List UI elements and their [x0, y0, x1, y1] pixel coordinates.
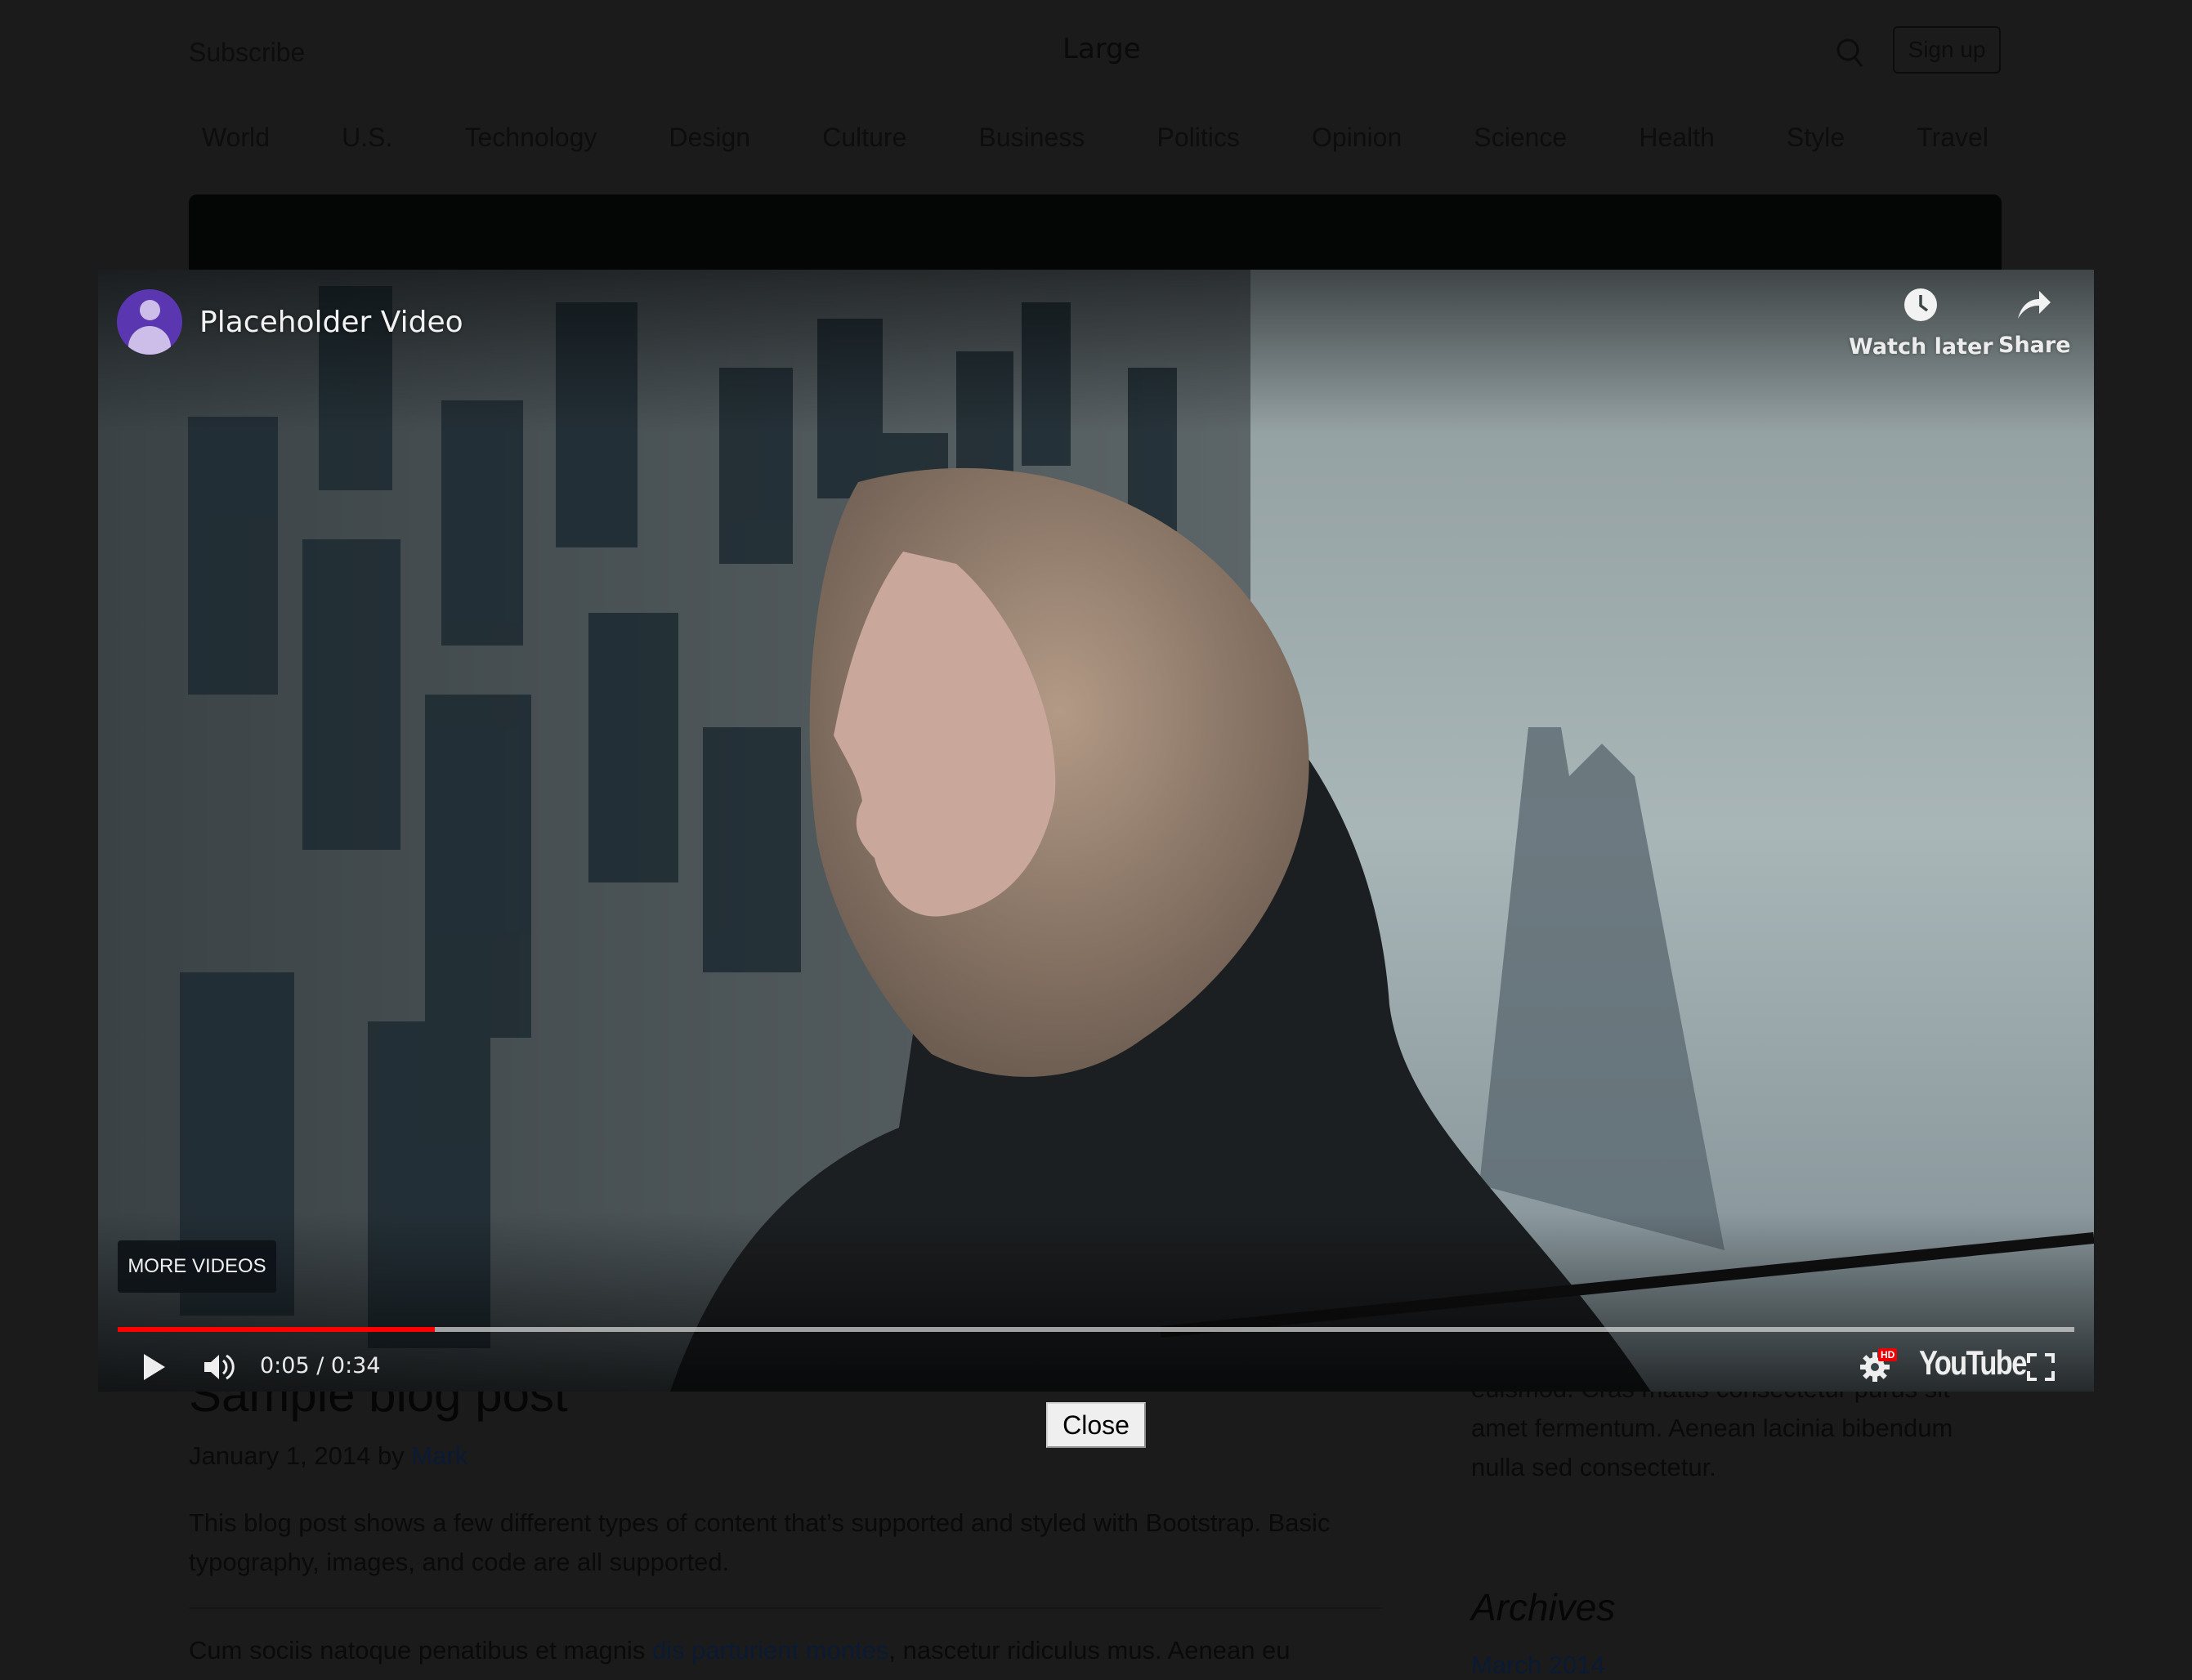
- nav-item-health[interactable]: Health: [1626, 123, 1728, 163]
- post-date: January 1, 2014 by: [189, 1441, 412, 1470]
- top-overlay: [98, 270, 2094, 433]
- share-arrow-icon: [2016, 288, 2052, 324]
- para-link[interactable]: dis parturient montes: [652, 1636, 888, 1664]
- site-brand[interactable]: Large: [1062, 33, 1141, 65]
- fullscreen-icon: [2027, 1352, 2055, 1385]
- divider: [189, 1607, 1382, 1609]
- nav-item-technology[interactable]: Technology: [451, 123, 610, 163]
- channel-avatar[interactable]: [117, 289, 182, 355]
- volume-icon: [203, 1351, 235, 1387]
- more-videos-button[interactable]: MORE VIDEOS: [118, 1240, 276, 1293]
- nav-item-us[interactable]: U.S.: [329, 123, 405, 163]
- share-button[interactable]: Share: [1998, 288, 2071, 358]
- search-icon[interactable]: [1836, 38, 1863, 69]
- time-display: 0:05 / 0:34: [260, 1353, 381, 1378]
- volume-button[interactable]: [203, 1348, 235, 1389]
- share-label: Share: [1998, 333, 2071, 358]
- sign-up-button[interactable]: Sign up: [1893, 26, 2001, 74]
- nav-item-travel[interactable]: Travel: [1903, 123, 2002, 163]
- nav-item-politics[interactable]: Politics: [1143, 123, 1252, 163]
- nav-item-design[interactable]: Design: [655, 123, 763, 163]
- play-button[interactable]: [142, 1348, 167, 1389]
- bottom-overlay: [98, 1212, 2094, 1392]
- category-nav: World U.S. Technology Design Culture Bus…: [189, 123, 2002, 163]
- archives-heading: Archives: [1471, 1586, 1616, 1629]
- author-link[interactable]: Mark: [411, 1441, 467, 1470]
- nav-item-culture[interactable]: Culture: [809, 123, 919, 163]
- video-player[interactable]: Placeholder Video Watch later Share MORE…: [98, 270, 2094, 1392]
- nav-item-world[interactable]: World: [189, 123, 283, 163]
- para-text-end: , nascetur ridiculus mus. Aenean eu: [888, 1636, 1291, 1664]
- post-meta: January 1, 2014 by Mark: [189, 1441, 467, 1471]
- post-paragraph: Cum sociis natoque penatibus et magnis d…: [189, 1636, 1382, 1665]
- watch-later-label: Watch later: [1849, 334, 1993, 360]
- archive-link[interactable]: March 2014: [1471, 1651, 1605, 1680]
- post-lead: This blog post shows a few different typ…: [189, 1508, 1331, 1576]
- nav-item-science[interactable]: Science: [1461, 123, 1580, 163]
- para-text-start: Cum sociis natoque penatibus et magnis: [189, 1636, 652, 1664]
- nav-item-opinion[interactable]: Opinion: [1299, 123, 1415, 163]
- close-button[interactable]: Close: [1046, 1402, 1146, 1448]
- watch-later-button[interactable]: Watch later: [1849, 288, 1993, 360]
- fullscreen-button[interactable]: [2027, 1348, 2055, 1389]
- video-title[interactable]: Placeholder Video: [199, 306, 463, 339]
- nav-item-business[interactable]: Business: [966, 123, 1098, 163]
- nav-item-style[interactable]: Style: [1774, 123, 1858, 163]
- progress-played: [118, 1327, 435, 1332]
- play-icon: [142, 1353, 167, 1385]
- progress-bar[interactable]: [118, 1327, 2074, 1332]
- clock-icon: [1903, 288, 1938, 326]
- subscribe-link[interactable]: Subscribe: [189, 38, 305, 68]
- hd-badge: HD: [1878, 1348, 1898, 1361]
- youtube-logo[interactable]: YouTube: [1919, 1343, 2027, 1383]
